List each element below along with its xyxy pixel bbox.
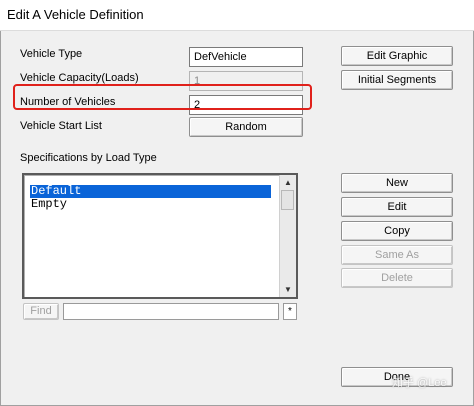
same-as-button: Same As	[341, 245, 453, 265]
initial-segments-button[interactable]: Initial Segments	[341, 70, 453, 90]
listbox-scrollbar[interactable]: ▲ ▼	[279, 175, 296, 297]
delete-button: Delete	[341, 268, 453, 288]
scroll-down-icon[interactable]: ▼	[280, 282, 296, 297]
title-bar: Edit A Vehicle Definition	[0, 0, 474, 31]
edit-button[interactable]: Edit	[341, 197, 453, 217]
find-star-button[interactable]: *	[283, 303, 297, 320]
find-input[interactable]	[63, 303, 279, 320]
vehicle-type-label: Vehicle Type	[20, 48, 83, 60]
specifications-label: Specifications by Load Type	[20, 152, 157, 164]
scroll-thumb[interactable]	[281, 190, 294, 210]
window-title: Edit A Vehicle Definition	[7, 7, 144, 22]
copy-button[interactable]: Copy	[341, 221, 453, 241]
edit-graphic-button[interactable]: Edit Graphic	[341, 46, 453, 66]
list-item[interactable]: Empty	[30, 198, 67, 211]
start-list-highlight	[13, 84, 312, 110]
new-button[interactable]: New	[341, 173, 453, 193]
load-type-listbox[interactable]: Default Empty ▲ ▼	[22, 173, 298, 299]
scroll-up-icon[interactable]: ▲	[280, 175, 296, 190]
vehicle-start-list-label: Vehicle Start List	[20, 120, 102, 132]
find-button: Find	[23, 303, 59, 320]
vehicle-capacity-label: Vehicle Capacity(Loads)	[20, 72, 139, 84]
random-button[interactable]: Random	[189, 117, 303, 137]
watermark: 知乎 @Lee	[392, 377, 447, 389]
vehicle-type-field[interactable]: DefVehicle	[189, 47, 303, 67]
